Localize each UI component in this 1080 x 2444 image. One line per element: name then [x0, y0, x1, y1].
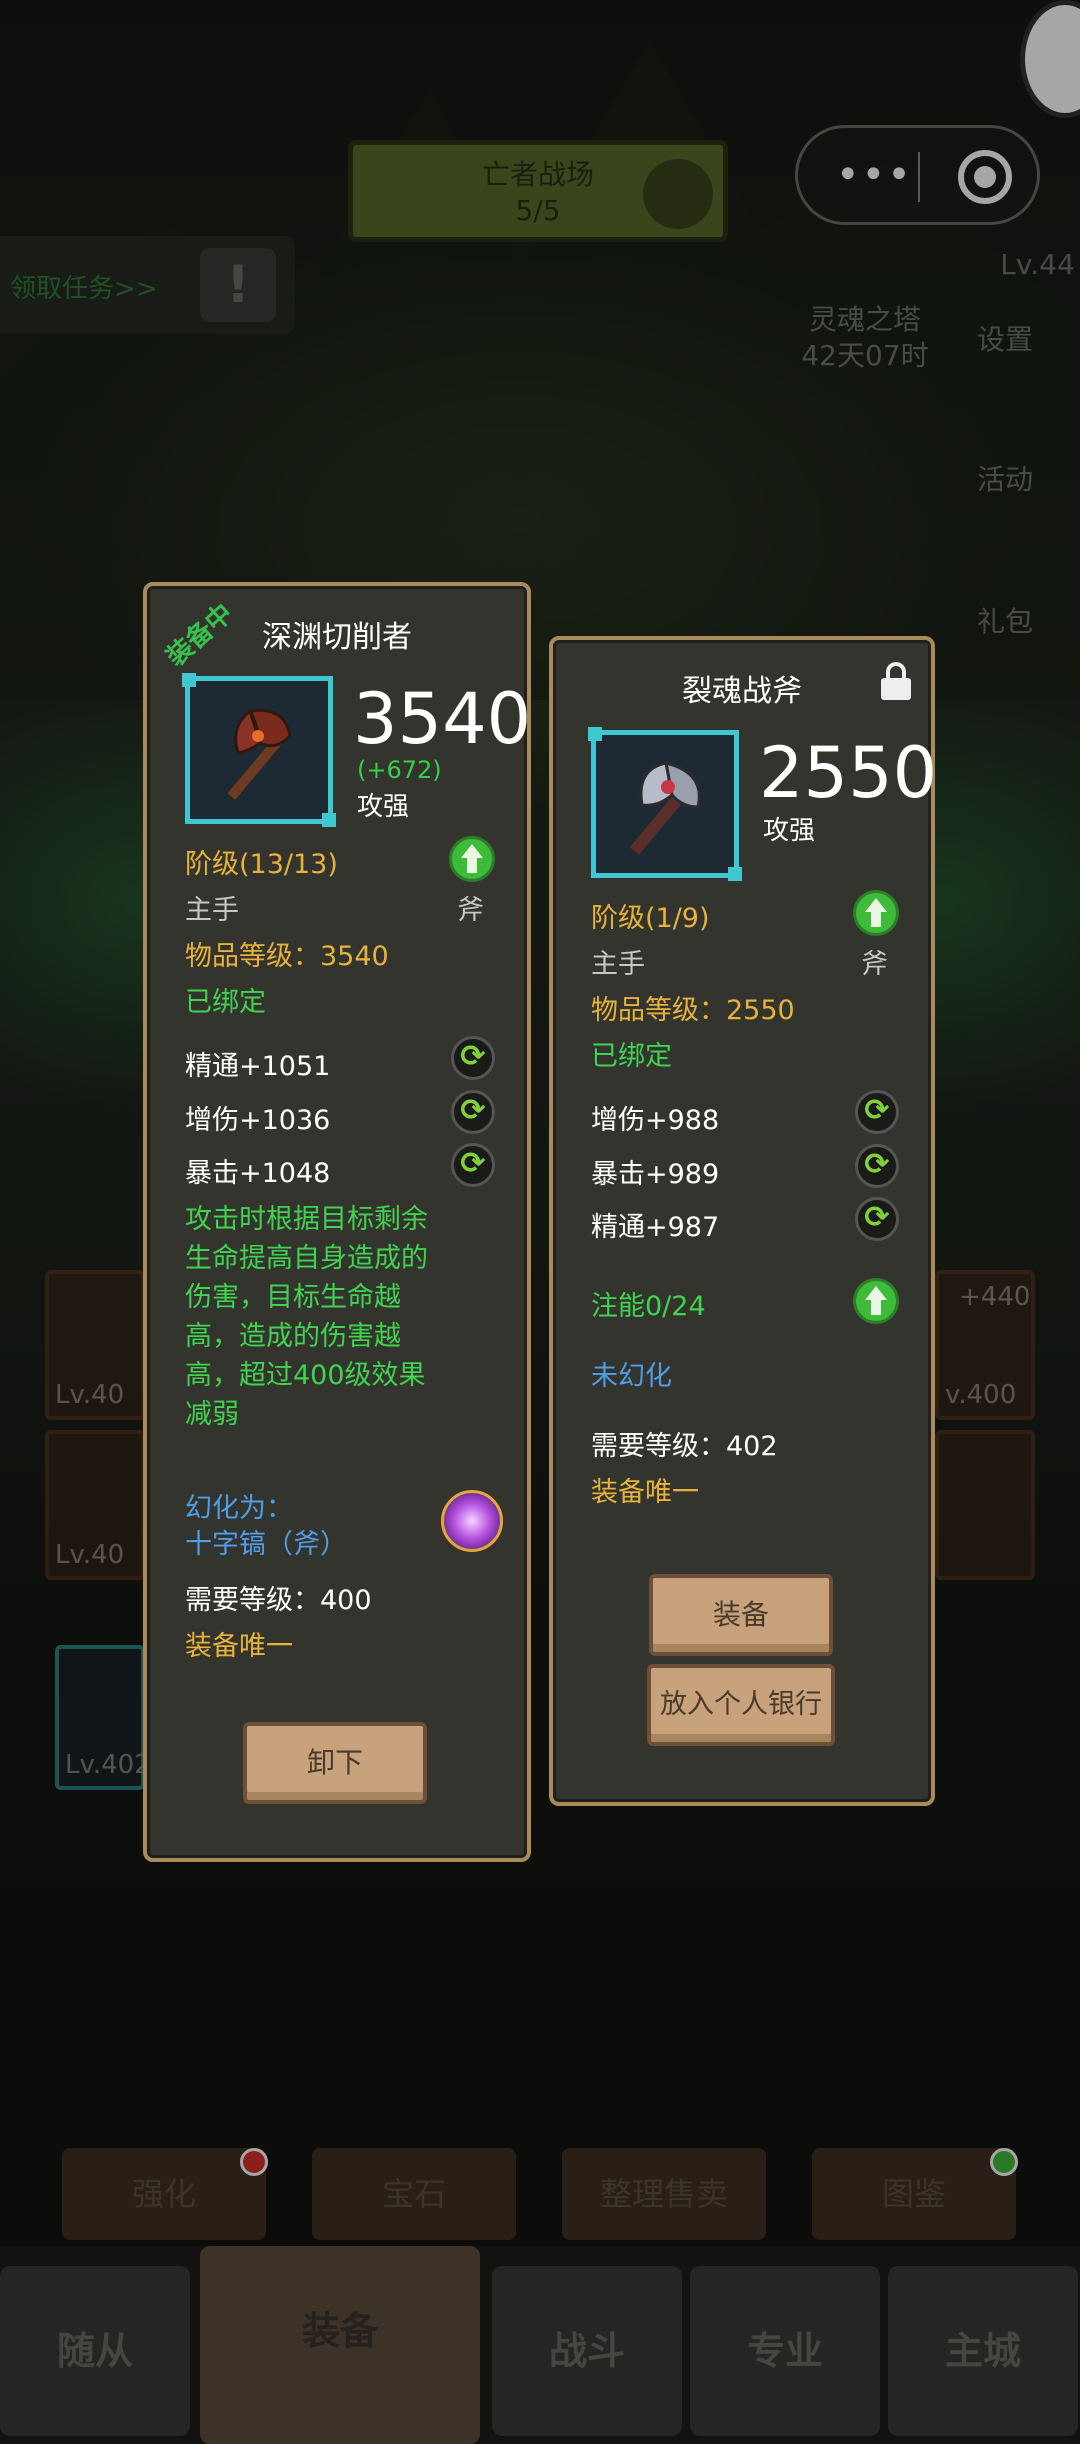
unique-text: 装备唯一 — [591, 1477, 699, 1508]
item-name: 深渊切削者 — [262, 620, 412, 655]
compare-item-panel: 裂魂战斧 2550 攻强 阶级(1/9) 主手 斧 物品等级：2550 已绑定 … — [549, 636, 938, 1806]
item-level: 物品等级：3540 — [185, 941, 389, 972]
bound-status: 已绑定 — [591, 1041, 672, 1072]
item-name: 裂魂战斧 — [682, 674, 802, 709]
power-type: 攻强 — [357, 792, 410, 822]
bank-deposit-button[interactable]: 放入个人银行 — [647, 1664, 835, 1746]
stat-damage: 增伤+988 — [591, 1105, 720, 1136]
required-level: 需要等级：400 — [185, 1585, 372, 1616]
equipped-item-panel: 装备中 深渊切削者 3540 (+672) 攻强 阶级(13/13) 主手 斧 … — [143, 582, 531, 1862]
reroll-icon[interactable]: ⟳ — [451, 1036, 495, 1080]
power-type: 攻强 — [763, 816, 816, 846]
required-level: 需要等级：402 — [591, 1431, 778, 1462]
reroll-icon[interactable]: ⟳ — [855, 1144, 899, 1188]
unique-text: 装备唯一 — [185, 1631, 293, 1662]
game-screen: 亡者战场 5/5 领取任务>> ! ••• 灵魂之塔 42天07时 Lv.44 … — [0, 0, 1080, 2444]
reroll-icon[interactable]: ⟳ — [451, 1143, 495, 1187]
bound-status: 已绑定 — [185, 987, 266, 1018]
reroll-icon[interactable]: ⟳ — [855, 1090, 899, 1134]
slot-text: 主手 — [185, 895, 239, 926]
stat-crit: 暴击+989 — [591, 1159, 720, 1190]
transmog-status: 未幻化 — [591, 1361, 672, 1392]
stat-crit: 暴击+1048 — [185, 1158, 331, 1189]
stat-mastery: 精通+1051 — [185, 1051, 331, 1082]
tier-text: 阶级(13/13) — [185, 849, 338, 880]
slot-text: 主手 — [591, 949, 645, 980]
stat-damage: 增伤+1036 — [185, 1105, 331, 1136]
transmog-swirl-icon[interactable] — [441, 1490, 503, 1552]
transmog-label: 幻化为： — [185, 1493, 293, 1524]
item-power: 2550 — [759, 732, 938, 814]
axe-icon — [629, 760, 701, 855]
upgrade-arrow-icon[interactable] — [853, 1278, 899, 1324]
item-slot — [182, 673, 336, 827]
power-bonus: (+672) — [357, 756, 442, 784]
reroll-icon[interactable]: ⟳ — [855, 1197, 899, 1241]
upgrade-arrow-icon[interactable] — [853, 890, 899, 936]
item-power: 3540 — [353, 678, 532, 760]
transmog-value: 十字镐（斧） — [185, 1529, 347, 1560]
infusion-text: 注能0/24 — [591, 1291, 706, 1322]
item-slot — [588, 727, 742, 881]
axe-icon — [227, 708, 292, 800]
tier-text: 阶级(1/9) — [591, 903, 710, 934]
weapon-type: 斧 — [861, 949, 888, 980]
unequip-button[interactable]: 卸下 — [243, 1722, 427, 1804]
item-level: 物品等级：2550 — [591, 995, 795, 1026]
equip-button[interactable]: 装备 — [649, 1574, 833, 1656]
lock-icon[interactable] — [881, 662, 911, 700]
reroll-icon[interactable]: ⟳ — [451, 1090, 495, 1134]
weapon-type: 斧 — [457, 895, 484, 926]
stat-mastery: 精通+987 — [591, 1212, 720, 1243]
upgrade-arrow-icon[interactable] — [449, 836, 495, 882]
item-effect: 攻击时根据目标剩余生命提高自身造成的伤害，目标生命越高，造成的伤害越高，超过40… — [185, 1204, 428, 1430]
